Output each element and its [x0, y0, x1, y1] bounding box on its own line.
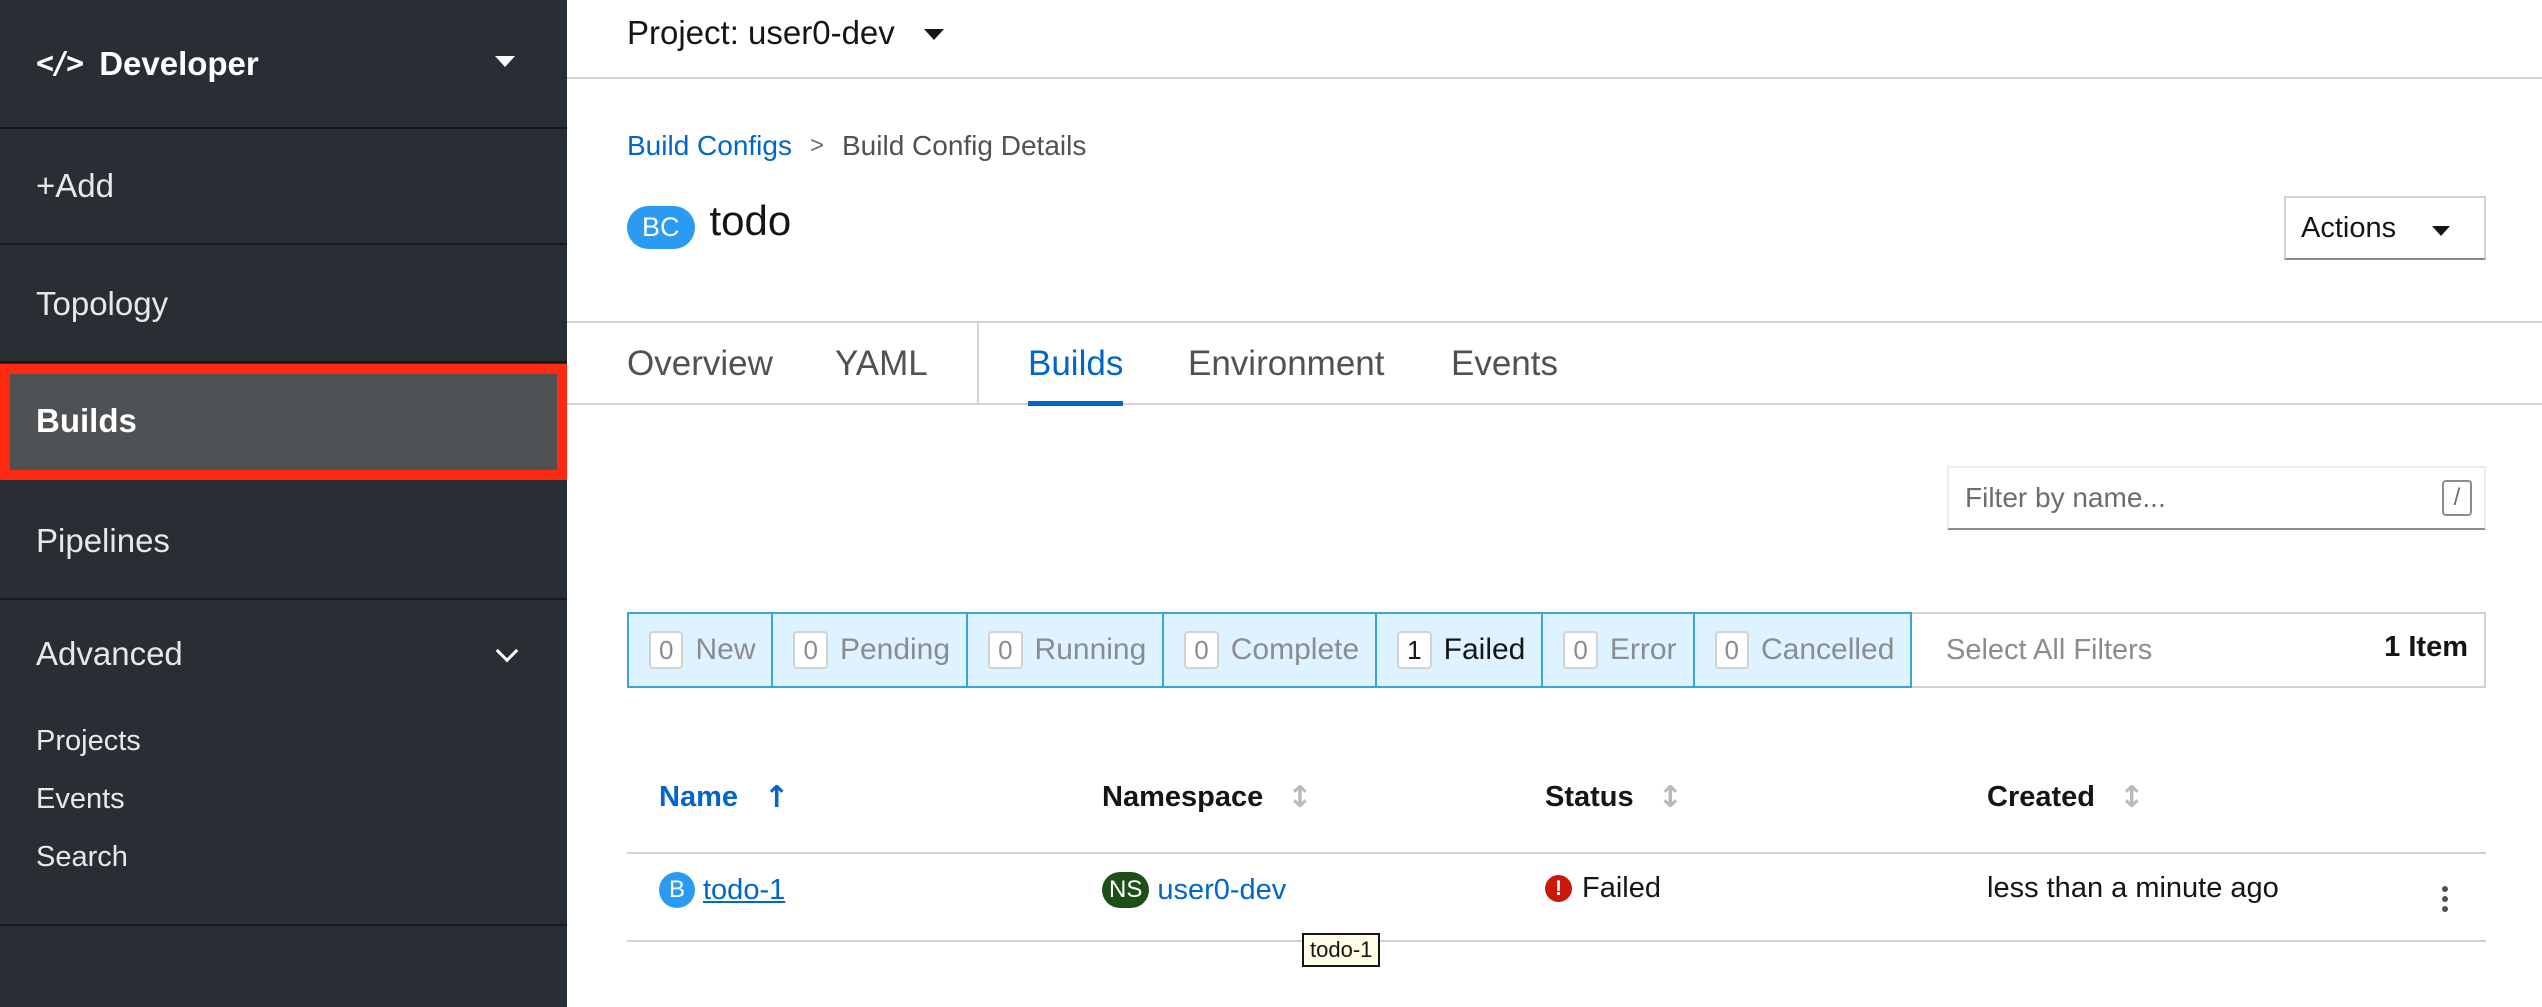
item-count: 1 Item: [2384, 631, 2468, 663]
tab-builds[interactable]: Builds: [1028, 323, 1124, 406]
nav-item-add[interactable]: +Add: [0, 129, 567, 245]
column-label: Created: [1987, 781, 2095, 813]
status-cell: ! Failed: [1545, 872, 1661, 905]
build-name-cell: B todo-1: [659, 872, 785, 908]
nav-item-projects[interactable]: Projects: [36, 725, 141, 758]
build-badge: B: [659, 872, 695, 908]
perspective-label: Developer: [99, 44, 259, 82]
filter-running[interactable]: 0 Running: [966, 612, 1165, 688]
sort-icon: ↕: [1657, 780, 1683, 815]
tab-environment[interactable]: Environment: [1188, 323, 1384, 405]
code-icon: </>: [36, 46, 84, 81]
namespace-badge: NS: [1102, 872, 1150, 908]
advanced-toggle[interactable]: Advanced: [36, 635, 183, 673]
filter-label: Failed: [1443, 633, 1526, 666]
row-filter-bar: 0 New 0 Pending 0 Running 0 Complete 1 F…: [627, 612, 2486, 688]
created-cell: less than a minute ago: [1987, 872, 2279, 905]
filter-count: 0: [649, 631, 684, 669]
filter-complete[interactable]: 0 Complete: [1162, 612, 1378, 688]
column-label: Status: [1545, 781, 1634, 813]
actions-label: Actions: [2301, 211, 2397, 244]
main-content: Project: user0-dev Build Configs > Build…: [567, 0, 2542, 1007]
filter-count: 0: [988, 631, 1023, 669]
filter-count: 0: [1184, 631, 1219, 669]
filter-count: 1: [1397, 631, 1432, 669]
namespace-link[interactable]: user0-dev: [1157, 874, 1286, 907]
filter-error[interactable]: 0 Error: [1541, 612, 1695, 688]
error-circle-icon: !: [1545, 875, 1572, 902]
nav-item-builds[interactable]: Builds: [0, 364, 567, 480]
keyboard-shortcut-hint: /: [2442, 480, 2472, 516]
breadcrumb-build-configs-link[interactable]: Build Configs: [627, 130, 792, 162]
page-title: todo: [709, 196, 792, 244]
column-header-name[interactable]: Name ↑: [659, 780, 789, 815]
filter-label: Pending: [839, 633, 951, 666]
sort-icon: ↕: [2119, 780, 2145, 815]
column-label: Name: [659, 781, 738, 813]
tooltip: todo-1: [1302, 933, 1381, 967]
created-text: less than a minute ago: [1987, 872, 2279, 904]
build-name-link[interactable]: todo-1: [703, 874, 785, 907]
nav-item-search[interactable]: Search: [36, 841, 128, 874]
column-header-created[interactable]: Created ↕: [1987, 780, 2144, 815]
project-bar: Project: user0-dev: [567, 0, 2542, 79]
sidebar: </> Developer +Add Topology Builds Pipel…: [0, 0, 567, 1007]
filter-count: 0: [1714, 631, 1749, 669]
project-selector[interactable]: Project: user0-dev: [627, 14, 895, 52]
caret-down-icon: [495, 56, 515, 67]
chevron-down-icon[interactable]: [495, 639, 519, 663]
filter-pending[interactable]: 0 Pending: [771, 612, 969, 688]
status-text: Failed: [1582, 872, 1661, 904]
sort-icon: ↕: [1287, 780, 1313, 815]
tab-overview[interactable]: Overview: [627, 323, 773, 405]
nav-item-topology[interactable]: Topology: [0, 247, 567, 363]
filter-label: Complete: [1230, 633, 1360, 666]
perspective-switcher[interactable]: </> Developer: [0, 0, 567, 129]
filter-label: Running: [1034, 633, 1147, 666]
filter-by-name-input[interactable]: [1947, 466, 2486, 530]
breadcrumb-separator: >: [809, 132, 824, 159]
tab-events[interactable]: Events: [1451, 323, 1558, 405]
nav-item-events[interactable]: Events: [36, 783, 125, 816]
table-header: Name ↑ Namespace ↕ Status ↕ Created ↕: [627, 758, 2486, 854]
page-heading: BC todo: [627, 192, 791, 249]
select-all-filters-link[interactable]: Select All Filters: [1946, 634, 2152, 667]
table-row: B todo-1 NS user0-dev ! Failed less than…: [627, 854, 2486, 942]
breadcrumb-current: Build Config Details: [842, 130, 1087, 161]
column-header-status[interactable]: Status ↕: [1545, 780, 1683, 815]
breadcrumb: Build Configs > Build Config Details: [627, 130, 1086, 162]
tab-bar: Overview YAML Builds Environment Events: [567, 321, 2542, 406]
caret-down-icon: [2432, 226, 2450, 236]
filter-count: 0: [793, 631, 828, 669]
tab-yaml[interactable]: YAML: [835, 323, 928, 405]
filter-new[interactable]: 0 New: [627, 612, 774, 688]
filter-label: New: [695, 633, 756, 666]
column-header-namespace[interactable]: Namespace ↕: [1102, 780, 1312, 815]
filter-label: Cancelled: [1760, 633, 1895, 666]
kebab-menu-icon[interactable]: [2442, 886, 2448, 912]
caret-down-icon[interactable]: [924, 29, 944, 40]
sort-ascending-icon: ↑: [764, 780, 790, 815]
namespace-cell: NS user0-dev: [1102, 872, 1286, 908]
filter-count: 0: [1563, 631, 1598, 669]
filter-failed[interactable]: 1 Failed: [1375, 612, 1544, 688]
actions-dropdown[interactable]: Actions: [2284, 196, 2486, 260]
filter-cancelled[interactable]: 0 Cancelled: [1692, 612, 1913, 688]
tab-divider: [977, 323, 979, 405]
nav-item-pipelines[interactable]: Pipelines: [0, 484, 567, 600]
filter-label: Error: [1609, 633, 1677, 666]
resource-kind-badge: BC: [627, 206, 695, 249]
status-filter-group: 0 New 0 Pending 0 Running 0 Complete 1 F…: [627, 612, 1913, 688]
column-label: Namespace: [1102, 781, 1264, 813]
advanced-section: Advanced Projects Events Search: [0, 601, 567, 926]
